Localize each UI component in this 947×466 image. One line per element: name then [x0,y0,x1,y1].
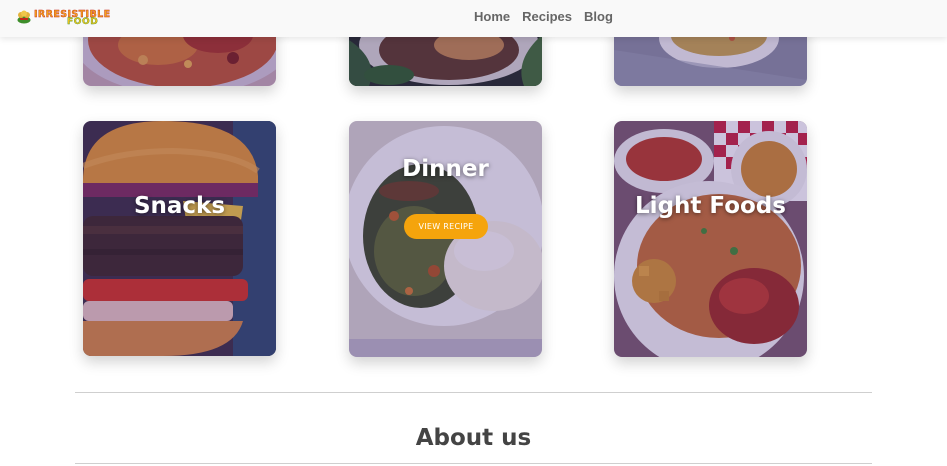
category-card-snacks[interactable]: Snacks [83,121,276,356]
brand-logo[interactable]: IRRESISTIBLE FOOD [15,8,121,28]
nav-blog[interactable]: Blog [584,9,613,24]
view-recipe-button[interactable]: VIEW RECIPE [404,214,488,239]
site-header: IRRESISTIBLE FOOD Home Recipes Blog [0,0,947,37]
image-overlay [83,121,276,356]
nav-recipes[interactable]: Recipes [522,9,572,24]
nav-home[interactable]: Home [474,9,510,24]
category-title: Snacks [133,193,226,219]
chef-hat-icon [17,10,31,24]
category-title: Light Foods [635,193,786,219]
image-overlay [614,121,807,357]
category-card-light-foods[interactable]: Light Foods [614,121,807,357]
logo-text-food: FOOD [67,17,99,27]
main-nav: Home Recipes Blog [474,9,613,24]
category-title: Dinner [402,156,489,182]
section-divider [75,463,872,464]
category-card-dinner[interactable]: Dinner VIEW RECIPE [349,121,542,357]
section-divider [75,392,872,393]
about-heading: About us [415,425,532,451]
